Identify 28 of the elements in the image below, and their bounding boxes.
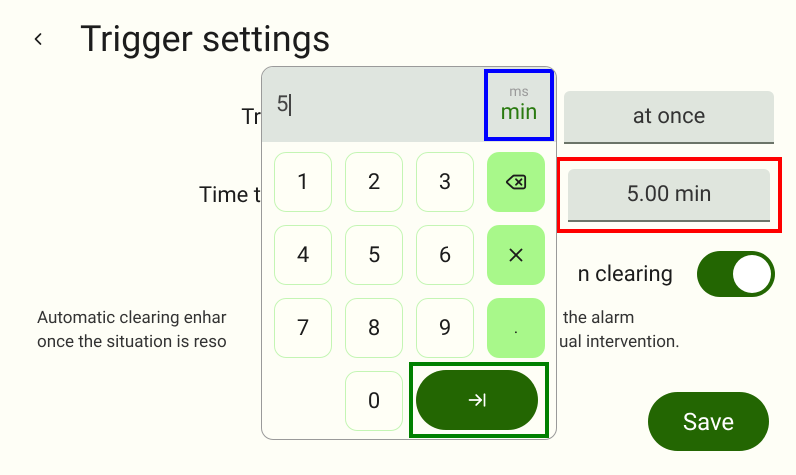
digit-key[interactable]: 8 — [345, 298, 403, 358]
decimal-key[interactable]: . — [487, 298, 545, 358]
description-text: the alarm — [563, 307, 634, 330]
digit-key[interactable]: 6 — [416, 225, 474, 285]
description-text: Automatic clearing enhar — [36, 307, 228, 330]
description-text: ual intervention. — [559, 331, 680, 354]
digit-key[interactable]: 4 — [274, 225, 332, 285]
enter-key[interactable] — [416, 370, 538, 430]
digit-key[interactable]: 9 — [416, 298, 474, 358]
digit-key[interactable]: 7 — [274, 298, 332, 358]
field-label: Tr — [241, 104, 261, 132]
value-field[interactable]: 5.00 min — [568, 168, 770, 222]
digit-key[interactable]: 0 — [345, 371, 403, 431]
digit-key[interactable]: 1 — [274, 152, 332, 212]
digit-key[interactable]: 5 — [345, 225, 403, 285]
field-label: Time t — [198, 182, 261, 210]
description-text: once the situation is reso — [36, 331, 228, 354]
digit-key[interactable]: 2 — [345, 152, 403, 212]
page-title: Trigger settings — [80, 21, 330, 57]
toggle-switch[interactable] — [697, 251, 775, 297]
backspace-key[interactable] — [487, 152, 545, 212]
save-button[interactable]: Save — [648, 392, 769, 451]
digit-key[interactable]: 3 — [416, 152, 474, 212]
toggle-label: n clearing — [578, 260, 673, 288]
text-cursor — [289, 94, 291, 116]
number-input[interactable]: 5 — [276, 88, 291, 121]
value-field[interactable]: at once — [564, 90, 774, 144]
unit-option[interactable]: min — [500, 100, 538, 126]
